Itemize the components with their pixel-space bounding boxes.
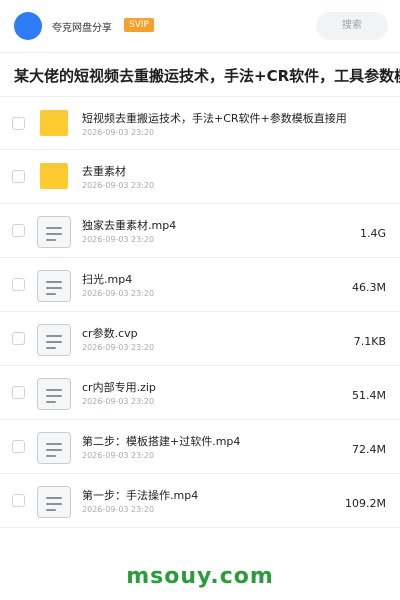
- file-size: 109.2M: [345, 497, 386, 510]
- file-date: 2026-09-03 23:20: [82, 289, 155, 298]
- row-checkbox[interactable]: [12, 386, 25, 399]
- search-button[interactable]: 搜索: [316, 12, 388, 40]
- file-size: 51.4M: [352, 389, 386, 402]
- folder-icon: [40, 163, 68, 189]
- file-name: 第二步：模板搭建+过软件.mp4: [82, 435, 241, 448]
- file-date: 2026-09-03 23:20: [82, 235, 155, 244]
- file-date: 2026-09-03 23:20: [82, 505, 155, 514]
- file-name: 扫光.mp4: [82, 273, 133, 286]
- file-list: 短视频去重搬运技术，手法+CR软件+参数模板直接用 2026-09-03 23:2…: [0, 96, 400, 528]
- document-icon: [37, 324, 71, 356]
- file-row[interactable]: 独家去重素材.mp4 2026-09-03 23:20 1.4G: [0, 204, 400, 258]
- file-row[interactable]: 扫光.mp4 2026-09-03 23:20 46.3M: [0, 258, 400, 312]
- document-icon: [37, 486, 71, 518]
- document-icon: [37, 378, 71, 410]
- file-name: 第一步：手法操作.mp4: [82, 489, 199, 502]
- file-size: 72.4M: [352, 443, 386, 456]
- file-size: 1.4G: [359, 227, 386, 240]
- share-header: 夸克网盘分享 SVIP 搜索: [0, 0, 400, 52]
- row-checkbox[interactable]: [12, 170, 25, 183]
- file-name: 短视频去重搬运技术，手法+CR软件+参数模板直接用: [82, 112, 347, 125]
- file-name: cr内部专用.zip: [82, 381, 156, 394]
- file-name: 去重素材: [82, 165, 126, 178]
- file-date: 2026-09-03 23:20: [82, 451, 155, 460]
- file-date: 2026-09-03 23:20: [82, 128, 155, 137]
- watermark: msouy.com: [126, 564, 274, 589]
- row-checkbox[interactable]: [12, 494, 25, 507]
- folder-icon: [40, 110, 68, 136]
- document-icon: [37, 216, 71, 248]
- share-owner-name: 夸克网盘分享: [52, 23, 112, 34]
- file-row[interactable]: 短视频去重搬运技术，手法+CR软件+参数模板直接用 2026-09-03 23:2…: [0, 96, 400, 150]
- file-row[interactable]: 第二步：模板搭建+过软件.mp4 2026-09-03 23:20 72.4M: [0, 420, 400, 474]
- row-checkbox[interactable]: [12, 117, 25, 130]
- svip-badge: SVIP: [124, 18, 154, 32]
- row-checkbox[interactable]: [12, 440, 25, 453]
- file-size: 46.3M: [352, 281, 386, 294]
- file-name: 独家去重素材.mp4: [82, 219, 177, 232]
- file-row[interactable]: cr参数.cvp 2026-09-03 23:20 7.1KB: [0, 312, 400, 366]
- row-checkbox[interactable]: [12, 224, 25, 237]
- file-row[interactable]: cr内部专用.zip 2026-09-03 23:20 51.4M: [0, 366, 400, 420]
- document-icon: [37, 432, 71, 464]
- file-name: cr参数.cvp: [82, 327, 138, 340]
- row-checkbox[interactable]: [12, 278, 25, 291]
- avatar[interactable]: [14, 12, 42, 40]
- file-size: 7.1KB: [353, 335, 386, 348]
- document-icon: [37, 270, 71, 302]
- page-title: 某大佬的短视频去重搬运技术，手法+CR软件，工具参数模: [14, 67, 400, 85]
- file-row[interactable]: 去重素材 2026-09-03 23:20: [0, 150, 400, 204]
- file-date: 2026-09-03 23:20: [82, 343, 155, 352]
- row-checkbox[interactable]: [12, 332, 25, 345]
- file-date: 2026-09-03 23:20: [82, 397, 155, 406]
- header-divider: [0, 52, 400, 53]
- file-date: 2026-09-03 23:20: [82, 181, 155, 190]
- file-row[interactable]: 第一步：手法操作.mp4 2026-09-03 23:20 109.2M: [0, 474, 400, 528]
